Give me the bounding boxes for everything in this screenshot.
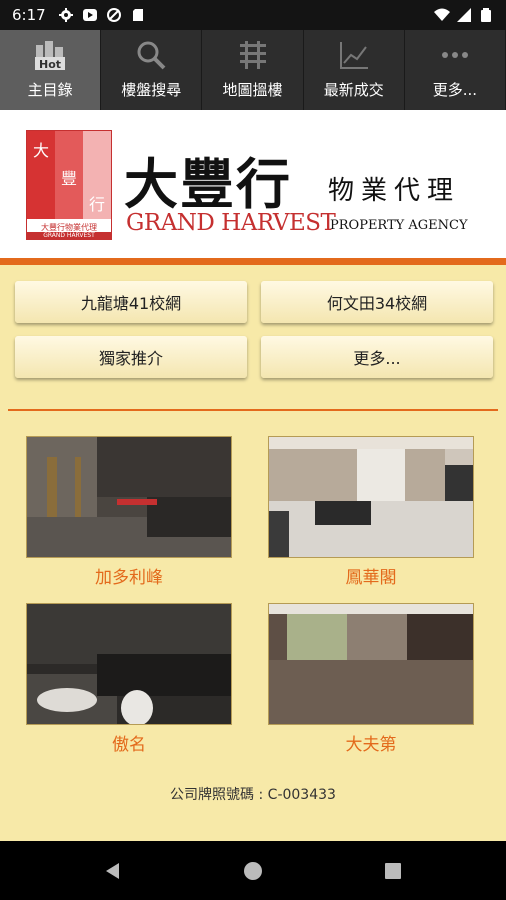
tab-label: 主目錄 [27, 81, 73, 99]
battery-icon [481, 8, 491, 22]
more-dots-icon [437, 39, 473, 71]
main-content: 九龍塘41校網 何文田34校網 獨家推介 更多... 加多利峰 鳳華閣 傲名 大… [0, 265, 506, 841]
ho-man-tin-school-net-button[interactable]: 何文田34校網 [261, 281, 493, 323]
tab-more[interactable]: 更多... [405, 30, 506, 110]
status-bar: 6:17 [0, 0, 506, 30]
system-nav-bar [0, 841, 506, 900]
home-icon[interactable] [243, 861, 263, 881]
brand-name-en: GRAND HARVEST [126, 210, 336, 236]
search-icon [133, 39, 169, 71]
map-icon [235, 39, 271, 71]
signal-icon [457, 8, 471, 22]
chart-icon [336, 39, 372, 71]
recents-icon[interactable] [383, 861, 403, 881]
listing-name: 大夫第 [345, 735, 397, 755]
listing-card[interactable]: 傲名 [26, 603, 232, 755]
brand-header: 大 豐 行 大豐行物業代理 GRAND HARVEST 大豐行 GRAND HA… [0, 110, 506, 260]
agency-en: PROPERTY AGENCY [330, 218, 468, 233]
listing-card[interactable]: 加多利峰 [26, 436, 232, 588]
status-time: 6:17 [12, 6, 46, 24]
logo-char: 大 [33, 141, 50, 160]
listing-photo [26, 603, 232, 725]
listing-photo [268, 603, 474, 725]
tab-label: 地圖搵樓 [222, 81, 283, 99]
tab-property-search[interactable]: 樓盤搜尋 [101, 30, 203, 110]
nosync-icon [106, 8, 121, 22]
listing-name: 鳳華閣 [345, 568, 397, 588]
tab-map-search[interactable]: 地圖搵樓 [202, 30, 304, 110]
logo-char: 豐 [61, 169, 78, 188]
company-license: 公司牌照號碼 : C-003433 [170, 787, 336, 803]
wifi-icon [434, 8, 450, 21]
more-button[interactable]: 更多... [261, 336, 493, 378]
gear-icon [58, 8, 73, 22]
sdcard-icon [132, 9, 143, 21]
kowloon-tong-school-net-button[interactable]: 九龍塘41校網 [15, 281, 247, 323]
hot-badge: Hot [39, 58, 61, 71]
listing-name: 傲名 [112, 735, 146, 755]
tab-label: 樓盤搜尋 [121, 81, 182, 99]
exclusive-listings-button[interactable]: 獨家推介 [15, 336, 247, 378]
listing-photo [268, 436, 474, 558]
listing-card[interactable]: 大夫第 [268, 603, 474, 755]
section-divider [8, 409, 498, 411]
listing-photo [26, 436, 232, 558]
back-icon[interactable] [103, 861, 123, 881]
hot-city-icon: Hot [32, 39, 68, 71]
main-tab-bar: Hot 主目錄 樓盤搜尋 地圖搵樓 最新成交 更多... [0, 30, 506, 110]
agency-cn: 物業代理 [328, 176, 461, 206]
tab-label: 最新成交 [323, 81, 384, 99]
brand-name-cn: 大豐行 [124, 152, 292, 216]
tab-label: 更多... [432, 81, 478, 99]
header-divider [0, 258, 506, 265]
logo-en-text: GRAND HARVEST [27, 232, 111, 240]
logo: 大 豐 行 大豐行物業代理 GRAND HARVEST [26, 130, 112, 240]
play-icon [82, 9, 97, 21]
tab-home[interactable]: Hot 主目錄 [0, 30, 102, 110]
listing-name: 加多利峰 [95, 568, 163, 588]
listing-card[interactable]: 鳳華閣 [268, 436, 474, 588]
tab-latest-transactions[interactable]: 最新成交 [304, 30, 405, 110]
logo-char: 行 [89, 195, 106, 214]
